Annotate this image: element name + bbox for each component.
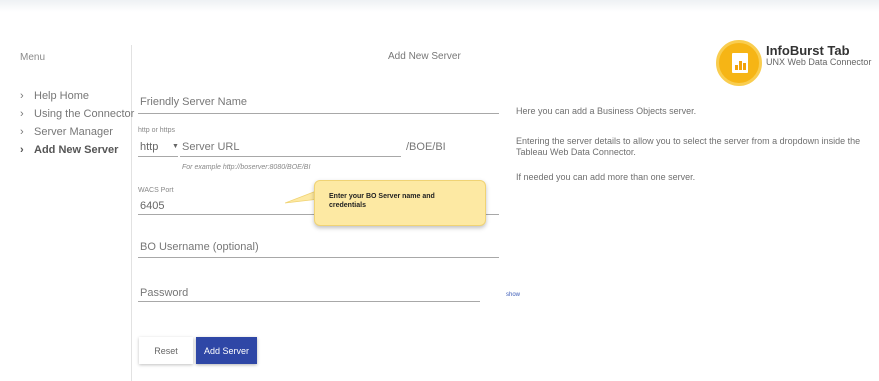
server-url-suffix: /BOE/BI: [406, 141, 446, 153]
sidebar-item-add-new-server[interactable]: › Add New Server: [20, 141, 134, 159]
callout-tooltip: Enter your BO Server name and credential…: [314, 180, 486, 226]
callout-text: Enter your BO Server name and credential…: [329, 193, 435, 209]
sidebar-nav: › Help Home › Using the Connector › Serv…: [20, 87, 134, 159]
infoburst-logo-icon: [716, 40, 762, 86]
wacs-port-label: WACS Port: [138, 187, 174, 194]
page-title: Add New Server: [388, 51, 461, 62]
server-url-hint: For example http://boserver:8080/BOE/BI: [182, 164, 311, 171]
sidebar-item-using-the-connector[interactable]: › Using the Connector: [20, 105, 134, 123]
info-line-1: Here you can add a Business Objects serv…: [516, 106, 697, 116]
sidebar-item-server-manager[interactable]: › Server Manager: [20, 123, 134, 141]
chevron-right-icon: ›: [20, 126, 24, 138]
info-line-3: If needed you can add more than one serv…: [516, 172, 696, 182]
dropdown-arrow-icon[interactable]: ▼: [172, 143, 179, 150]
reset-button[interactable]: Reset: [139, 337, 193, 364]
bo-username-underline: [138, 257, 499, 258]
sidebar-item-label: Server Manager: [34, 126, 113, 138]
friendly-server-name-field[interactable]: Friendly Server Name: [140, 96, 247, 108]
sidebar-item-label: Add New Server: [34, 144, 119, 156]
show-password-link[interactable]: show: [506, 292, 520, 298]
brand-name: InfoBurst Tab: [766, 43, 850, 58]
sidebar-item-label: Using the Connector: [34, 108, 135, 120]
info-line-2: Entering the server details to allow you…: [516, 136, 861, 157]
password-field[interactable]: Password: [140, 287, 188, 299]
friendly-server-name-underline: [138, 113, 499, 114]
server-url-field[interactable]: Server URL: [182, 141, 239, 153]
chevron-right-icon: ›: [20, 108, 24, 120]
menu-title: Menu: [20, 52, 46, 63]
sidebar-item-label: Help Home: [34, 90, 90, 102]
chevron-right-icon: ›: [20, 144, 24, 156]
chevron-right-icon: ›: [20, 90, 24, 102]
bo-username-field[interactable]: BO Username (optional): [140, 241, 259, 253]
brand-subtitle: UNX Web Data Connector: [766, 57, 872, 67]
top-band: [0, 0, 879, 12]
password-underline: [138, 301, 480, 302]
protocol-underline: [138, 156, 178, 157]
protocol-label: http or https: [138, 127, 175, 134]
brand: InfoBurst Tab UNX Web Data Connector: [716, 40, 879, 94]
server-url-underline: [180, 156, 401, 157]
sidebar-item-help-home[interactable]: › Help Home: [20, 87, 134, 105]
add-server-button[interactable]: Add Server: [196, 337, 257, 364]
wacs-port-input[interactable]: 6405: [140, 200, 164, 212]
protocol-select[interactable]: http: [140, 141, 158, 153]
